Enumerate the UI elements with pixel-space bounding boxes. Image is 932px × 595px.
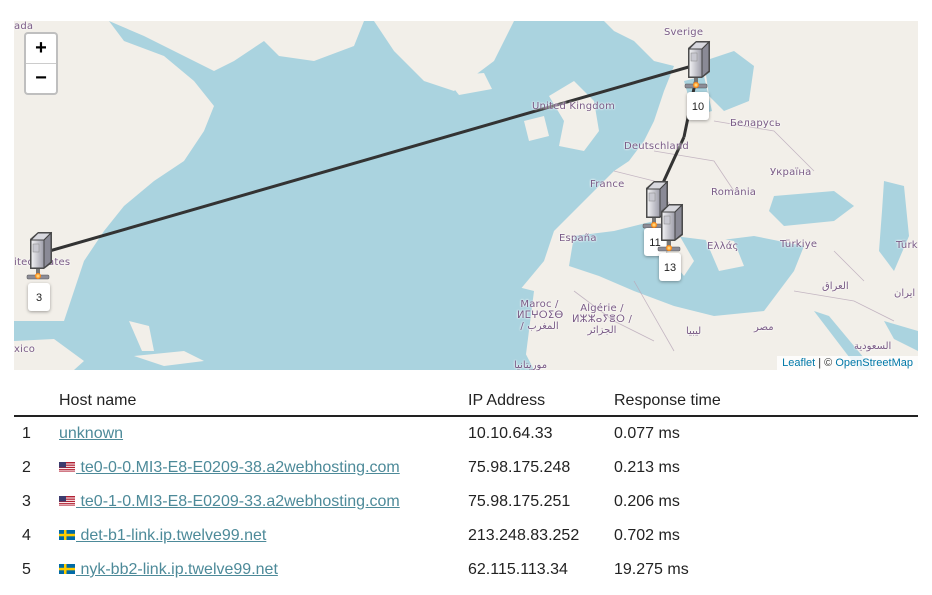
server-marker-icon[interactable]	[24, 229, 58, 281]
host-name: te0-0-0.MI3-E8-E0209-38.a2webhosting.com	[76, 459, 400, 476]
map-label: ليبيا	[686, 326, 702, 337]
zoom-out-button[interactable]: −	[26, 63, 56, 93]
response-time: 0.213 ms	[614, 459, 680, 476]
response-time: 0.702 ms	[614, 527, 680, 544]
ip-address: 75.98.175.251	[468, 493, 571, 510]
response-time: 0.077 ms	[614, 425, 680, 442]
ip-address: 10.10.64.33	[468, 425, 553, 442]
attribution-separator: | ©	[815, 357, 836, 369]
map-label: Ελλάς	[707, 241, 739, 252]
map-label: ada	[14, 21, 34, 32]
map-label: Türk	[896, 240, 918, 251]
hop-marker-label[interactable]: 13	[659, 253, 681, 281]
us-flag-icon	[59, 459, 76, 476]
map-label: Algérie / ⵍⵣⵣⴰⵢⴻⵔ / الجزائر	[571, 303, 633, 336]
zoom-control: + −	[24, 32, 58, 95]
leaflet-link[interactable]: Leaflet	[782, 357, 815, 369]
map-tiles	[14, 21, 918, 370]
map-label: France	[590, 179, 625, 190]
host-link[interactable]: nyk-bb2-link.ip.twelve99.net	[59, 561, 278, 578]
map-label: العراق	[822, 281, 849, 292]
table-row: 1 unknown 10.10.64.33 0.077 ms	[14, 416, 918, 451]
map-label: السعودية	[854, 341, 892, 352]
host-link[interactable]: unknown	[59, 425, 123, 442]
server-marker-icon[interactable]	[682, 38, 716, 90]
map-label: Sverige	[664, 27, 704, 38]
host-cell: te0-0-0.MI3-E8-E0209-38.a2webhosting.com	[59, 451, 468, 485]
host-cell: det-b1-link.ip.twelve99.net	[59, 519, 468, 553]
column-header-response-time: Response time	[614, 386, 918, 417]
map-label: xico	[14, 344, 36, 355]
table-row: 4 det-b1-link.ip.twelve99.net 213.248.83…	[14, 519, 918, 553]
table-row: 3 te0-1-0.MI3-E8-E0209-33.a2webhosting.c…	[14, 485, 918, 519]
host-link[interactable]: te0-1-0.MI3-E8-E0209-33.a2webhosting.com	[59, 493, 400, 510]
host-cell: te0-1-0.MI3-E8-E0209-33.a2webhosting.com	[59, 485, 468, 519]
response-time: 0.206 ms	[614, 493, 680, 510]
map-label: Україна	[770, 167, 812, 178]
hop-marker-label[interactable]: 10	[687, 92, 709, 120]
se-flag-icon	[59, 527, 76, 544]
host-name: te0-1-0.MI3-E8-E0209-33.a2webhosting.com	[76, 493, 400, 510]
column-header-num	[14, 386, 59, 417]
map-label: United Kingdom	[532, 101, 616, 112]
map-label: مصر	[754, 322, 774, 333]
host-name: unknown	[59, 425, 124, 442]
table-row: 2 te0-0-0.MI3-E8-E0209-38.a2webhosting.c…	[14, 451, 918, 485]
hop-number: 2	[22, 459, 31, 476]
map-label: Türkiye	[780, 239, 818, 250]
map-label: España	[559, 233, 597, 244]
host-name: det-b1-link.ip.twelve99.net	[76, 527, 267, 544]
hop-marker-label[interactable]: 3	[28, 283, 50, 311]
hop-number: 1	[22, 425, 31, 442]
map-label: Deutschland	[624, 141, 689, 152]
column-header-host: Host name	[59, 386, 468, 417]
map-label: Беларусь	[730, 118, 781, 129]
host-cell: unknown	[59, 416, 468, 451]
host-link[interactable]: det-b1-link.ip.twelve99.net	[59, 527, 266, 544]
se-flag-icon	[59, 561, 76, 578]
map-label: موريتانيا	[514, 360, 548, 370]
map-label: Maroc / ⵍⵎⵖⵔⵉⴱ / المغرب	[517, 299, 564, 332]
us-flag-icon	[59, 493, 76, 510]
map-attribution: Leaflet | © OpenStreetMap	[777, 356, 918, 370]
hop-number: 3	[22, 493, 31, 510]
map-label: ایران	[894, 288, 916, 299]
host-name: nyk-bb2-link.ip.twelve99.net	[76, 561, 278, 578]
route-map[interactable]: ada Sverige United Kingdom Беларусь Deut…	[14, 21, 918, 370]
map-label: România	[711, 187, 757, 198]
table-header-row: Host name IP Address Response time	[14, 386, 918, 417]
host-cell: nyk-bb2-link.ip.twelve99.net	[59, 553, 468, 587]
hop-number: 4	[22, 527, 31, 544]
ip-address: 62.115.113.34	[468, 561, 568, 578]
ip-address: 213.248.83.252	[468, 527, 580, 544]
response-time: 19.275 ms	[614, 561, 689, 578]
zoom-in-button[interactable]: +	[26, 34, 56, 63]
openstreetmap-link[interactable]: OpenStreetMap	[835, 357, 913, 369]
host-link[interactable]: te0-0-0.MI3-E8-E0209-38.a2webhosting.com	[59, 459, 400, 476]
table-row: 5 nyk-bb2-link.ip.twelve99.net 62.115.11…	[14, 553, 918, 587]
ip-address: 75.98.175.248	[468, 459, 571, 476]
hop-number: 5	[22, 561, 31, 578]
column-header-ip: IP Address	[468, 386, 614, 417]
server-marker-icon[interactable]	[655, 201, 689, 253]
traceroute-table: Host name IP Address Response time 1 unk…	[14, 386, 918, 587]
